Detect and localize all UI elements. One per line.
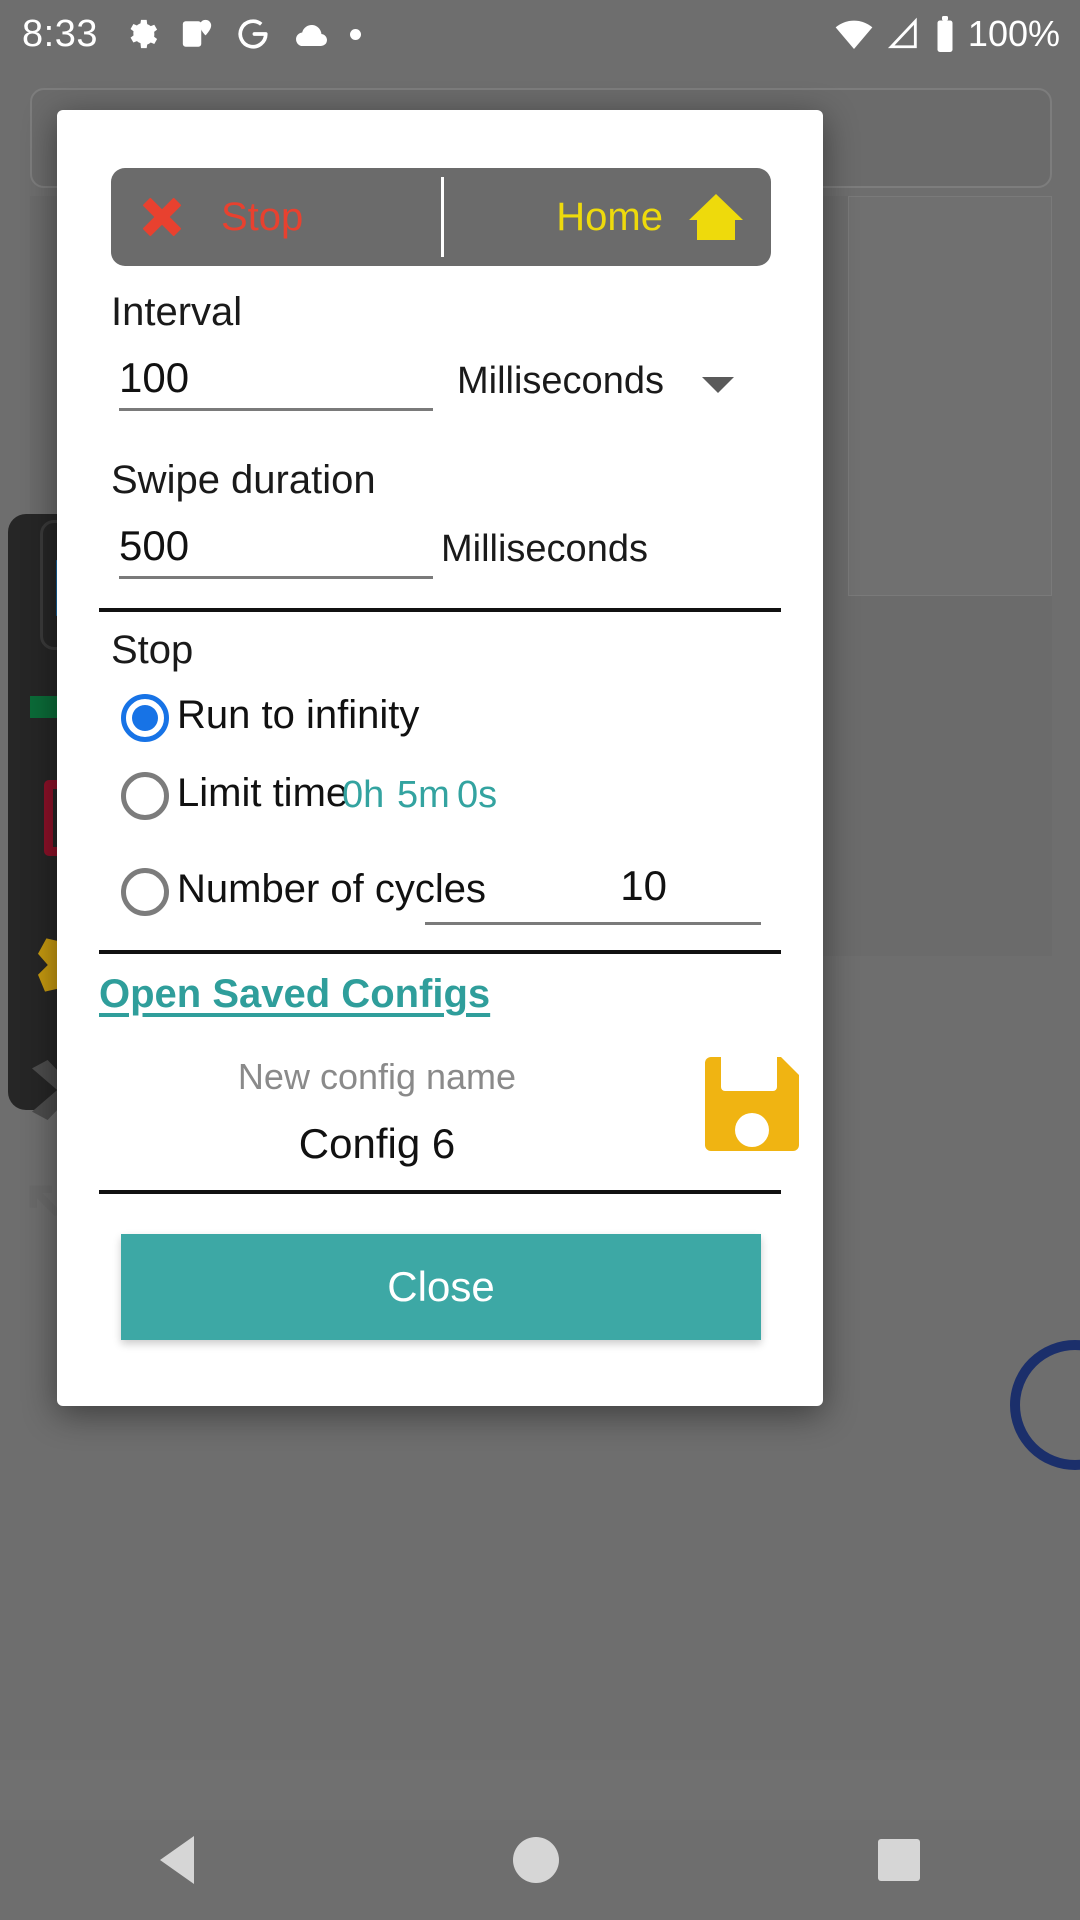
radio-run-to-infinity-dot: [132, 705, 158, 731]
close-button-label: Close: [387, 1263, 495, 1310]
radio-run-to-infinity-label[interactable]: Run to infinity: [177, 693, 419, 738]
stop-button-label: Stop: [221, 194, 304, 239]
signal-icon: [887, 17, 917, 49]
battery-icon: [937, 16, 953, 52]
stop-section-label: Stop: [111, 628, 194, 672]
battery-percent: 100%: [967, 13, 1060, 54]
settings-dialog: Stop Home Interval 100 Milliseconds Swip…: [57, 110, 823, 1406]
recents-square-icon[interactable]: [878, 1839, 921, 1881]
radio-limit-time-label[interactable]: Limit time: [177, 771, 348, 816]
home-circle-icon[interactable]: [512, 1837, 559, 1883]
divider-3: [99, 1190, 781, 1194]
dot-icon: [349, 28, 361, 40]
close-x-icon: [141, 196, 183, 238]
stop-button[interactable]: Stop: [111, 195, 441, 240]
cycles-input[interactable]: 10: [557, 862, 667, 910]
chevron-down-icon[interactable]: [702, 377, 734, 393]
background-circle-button: [1010, 1340, 1080, 1470]
open-saved-configs-link[interactable]: Open Saved Configs: [99, 972, 490, 1017]
system-navigation-bar: [0, 1800, 1080, 1920]
radio-number-of-cycles[interactable]: [121, 868, 169, 916]
google-g-icon: [238, 19, 268, 49]
swipe-duration-underline: [119, 576, 433, 579]
radio-limit-time[interactable]: [121, 772, 169, 820]
save-floppy-icon[interactable]: [705, 1057, 799, 1151]
home-button[interactable]: Home: [444, 194, 772, 240]
divider-1: [99, 608, 781, 612]
limit-time-minutes[interactable]: 5m: [397, 774, 450, 817]
screen: 8:33 100% Stop Home Interval 100 Millise…: [0, 0, 1080, 1920]
home-button-label: Home: [556, 194, 663, 239]
dialog-toolbar: Stop Home: [111, 168, 771, 266]
back-triangle-icon[interactable]: [159, 1836, 194, 1884]
status-bar: 8:33 100%: [0, 0, 1080, 68]
interval-unit-select[interactable]: Milliseconds: [457, 360, 664, 403]
radio-number-of-cycles-label[interactable]: Number of cycles: [177, 867, 486, 912]
interval-label: Interval: [111, 290, 243, 334]
config-name-input[interactable]: Config 6: [187, 1120, 567, 1168]
limit-time-seconds[interactable]: 0s: [457, 774, 497, 817]
status-notification-icons: [124, 17, 361, 51]
maps-icon: [182, 19, 212, 47]
wifi-icon: [835, 20, 873, 49]
close-button[interactable]: Close: [121, 1234, 761, 1340]
background-subcard: [848, 196, 1052, 596]
status-time: 8:33: [22, 12, 98, 55]
swipe-duration-input[interactable]: 500: [119, 522, 189, 570]
home-icon: [689, 194, 743, 240]
gear-icon: [130, 19, 158, 49]
cloud-icon: [295, 25, 327, 47]
swipe-duration-label: Swipe duration: [111, 458, 376, 502]
interval-input-underline: [119, 408, 433, 411]
cycles-input-underline: [425, 922, 761, 925]
interval-input[interactable]: 100: [119, 354, 189, 402]
divider-2: [99, 950, 781, 954]
radio-run-to-infinity[interactable]: [121, 694, 169, 742]
swipe-duration-unit: Milliseconds: [441, 528, 648, 570]
config-name-hint: New config name: [237, 1056, 517, 1097]
limit-time-hours[interactable]: 0h: [342, 774, 384, 817]
status-system-icons: 100%: [834, 13, 1060, 55]
